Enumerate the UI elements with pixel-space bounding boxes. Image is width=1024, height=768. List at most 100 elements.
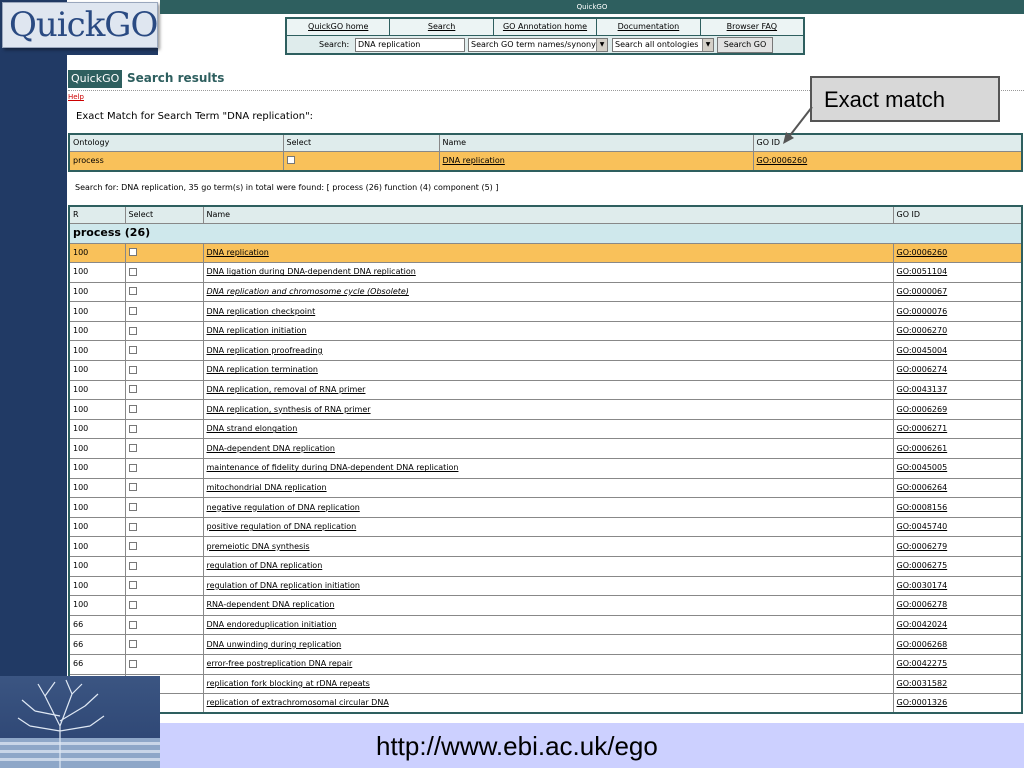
url-footer: http://www.ebi.ac.uk/ego: [160, 723, 1024, 768]
term-name-link[interactable]: regulation of DNA replication: [202, 556, 894, 577]
term-name-link[interactable]: DNA replication termination: [202, 360, 894, 381]
go-id-link[interactable]: GO:0006268: [892, 634, 1023, 655]
table-row: 100 regulation of DNA replication GO:00062…: [68, 556, 1023, 577]
term-name-link[interactable]: DNA replication checkpoint: [202, 301, 894, 322]
r-score-cell: 100: [68, 399, 126, 420]
go-id-link[interactable]: GO:0006261: [892, 438, 1023, 460]
select-cell: [124, 242, 204, 264]
go-id-link[interactable]: GO:0030174: [892, 575, 1023, 597]
go-id-link[interactable]: GO:0006270: [892, 320, 1023, 342]
term-name-link[interactable]: regulation of DNA replication initiation: [202, 575, 894, 597]
select-checkbox[interactable]: [128, 620, 137, 629]
select-checkbox[interactable]: [128, 267, 137, 276]
go-id-link[interactable]: GO:0031582: [892, 673, 1023, 695]
go-id-link[interactable]: GO:0006278: [892, 595, 1023, 616]
col-goid: GO ID: [892, 205, 1023, 224]
select-checkbox[interactable]: [128, 307, 137, 316]
select-checkbox[interactable]: [128, 522, 137, 531]
table-row: 100 DNA replication and chromosome cycle …: [68, 281, 1023, 303]
go-id-link[interactable]: GO:0045740: [892, 516, 1023, 538]
select-checkbox[interactable]: [128, 365, 137, 374]
table-row: 100 DNA replication initiation GO:0006270: [68, 320, 1023, 342]
r-score-cell: 100: [68, 340, 126, 362]
go-id-link[interactable]: GO:0006269: [892, 399, 1023, 420]
select-checkbox[interactable]: [128, 600, 137, 609]
term-name-link[interactable]: DNA ligation during DNA-dependent DNA re…: [202, 262, 894, 283]
table-row: 66replication of extrachromosomal circul…: [68, 693, 1023, 714]
go-id-link[interactable]: GO:0006279: [892, 536, 1023, 557]
term-name-link[interactable]: positive regulation of DNA replication: [202, 516, 894, 538]
go-id-link[interactable]: GO:0051104: [892, 262, 1023, 283]
select-checkbox[interactable]: [128, 248, 137, 257]
term-name-link[interactable]: DNA replication and chromosome cycle (Ob…: [202, 281, 894, 303]
go-id-link[interactable]: GO:0000067: [892, 281, 1023, 303]
select-checkbox[interactable]: [128, 405, 137, 414]
select-checkbox[interactable]: [128, 483, 137, 492]
go-id-link[interactable]: GO:0006260: [892, 242, 1023, 264]
select-checkbox[interactable]: [128, 463, 137, 472]
term-name-link[interactable]: replication fork blocking at rDNA repeat…: [202, 673, 894, 695]
r-score-cell: 66: [68, 614, 126, 636]
r-score-cell: 100: [68, 360, 126, 381]
term-name-link[interactable]: DNA endoreduplication initiation: [202, 614, 894, 636]
select-checkbox[interactable]: [128, 581, 137, 590]
term-name-link[interactable]: DNA replication initiation: [202, 320, 894, 342]
r-score-cell: 100: [68, 536, 126, 557]
term-name-link[interactable]: DNA strand elongation: [202, 418, 894, 440]
term-name-link[interactable]: DNA replication proofreading: [202, 340, 894, 362]
go-id-link[interactable]: GO:0006271: [892, 418, 1023, 440]
term-name-link[interactable]: replication of extrachromosomal circular…: [202, 693, 894, 714]
select-checkbox[interactable]: [128, 346, 137, 355]
select-cell: [124, 614, 204, 636]
go-id-link[interactable]: GO:0008156: [892, 497, 1023, 518]
select-cell: [124, 575, 204, 597]
go-id-link[interactable]: GO:0042024: [892, 614, 1023, 636]
go-id-link[interactable]: GO:0006275: [892, 556, 1023, 577]
select-checkbox[interactable]: [128, 659, 137, 668]
r-score-cell: 100: [68, 477, 126, 499]
term-name-link[interactable]: premeiotic DNA synthesis: [202, 536, 894, 557]
go-id-link[interactable]: GO:0006264: [892, 477, 1023, 499]
term-name-link[interactable]: DNA unwinding during replication: [202, 634, 894, 655]
go-id-link[interactable]: GO:0001326: [892, 693, 1023, 714]
table-row: 100 DNA replication proofreading GO:004500…: [68, 340, 1023, 362]
go-id-link[interactable]: GO:0045004: [892, 340, 1023, 362]
select-checkbox[interactable]: [128, 424, 137, 433]
table-row: 66replication fork blocking at rDNA repe…: [68, 673, 1023, 695]
exact-match-callout: Exact match: [810, 76, 1000, 122]
select-cell: [124, 497, 204, 518]
go-id-link[interactable]: GO:0000076: [892, 301, 1023, 322]
table-row: 100 positive regulation of DNA replicatio…: [68, 516, 1023, 538]
go-id-link[interactable]: GO:0006274: [892, 360, 1023, 381]
term-name-link[interactable]: error-free postreplication DNA repair: [202, 653, 894, 675]
r-score-cell: 100: [68, 418, 126, 440]
group-label: process (26): [68, 222, 1023, 244]
term-name-link[interactable]: negative regulation of DNA replication: [202, 497, 894, 518]
term-name-link[interactable]: DNA replication: [202, 242, 894, 264]
go-id-link[interactable]: GO:0043137: [892, 379, 1023, 401]
select-checkbox[interactable]: [128, 503, 137, 512]
results-table: R Select Name GO ID process (26) 100 DNA …: [68, 205, 1023, 715]
go-id-link[interactable]: GO:0042275: [892, 653, 1023, 675]
term-name-link[interactable]: DNA replication, synthesis of RNA primer: [202, 399, 894, 420]
select-checkbox[interactable]: [128, 542, 137, 551]
select-cell: [124, 634, 204, 655]
select-checkbox[interactable]: [128, 385, 137, 394]
select-checkbox[interactable]: [128, 444, 137, 453]
select-checkbox[interactable]: [128, 326, 137, 335]
select-cell: [124, 418, 204, 440]
term-name-link[interactable]: maintenance of fidelity during DNA-depen…: [202, 458, 894, 479]
term-name-link[interactable]: mitochondrial DNA replication: [202, 477, 894, 499]
term-name-link[interactable]: DNA-dependent DNA replication: [202, 438, 894, 460]
table-row: 66 DNA endoreduplication initiation GO:004…: [68, 614, 1023, 636]
table-row: 100 DNA strand elongation GO:0006271: [68, 418, 1023, 440]
term-name-link[interactable]: DNA replication, removal of RNA primer: [202, 379, 894, 401]
table-row: 100 DNA replication termination GO:0006274: [68, 360, 1023, 381]
results-body: 100 DNA replication GO:0006260 100 DNA ligat…: [68, 242, 1023, 714]
select-checkbox[interactable]: [128, 287, 137, 296]
col-r: R: [68, 205, 126, 224]
term-name-link[interactable]: RNA-dependent DNA replication: [202, 595, 894, 616]
select-checkbox[interactable]: [128, 640, 137, 649]
go-id-link[interactable]: GO:0045005: [892, 458, 1023, 479]
select-checkbox[interactable]: [128, 561, 137, 570]
